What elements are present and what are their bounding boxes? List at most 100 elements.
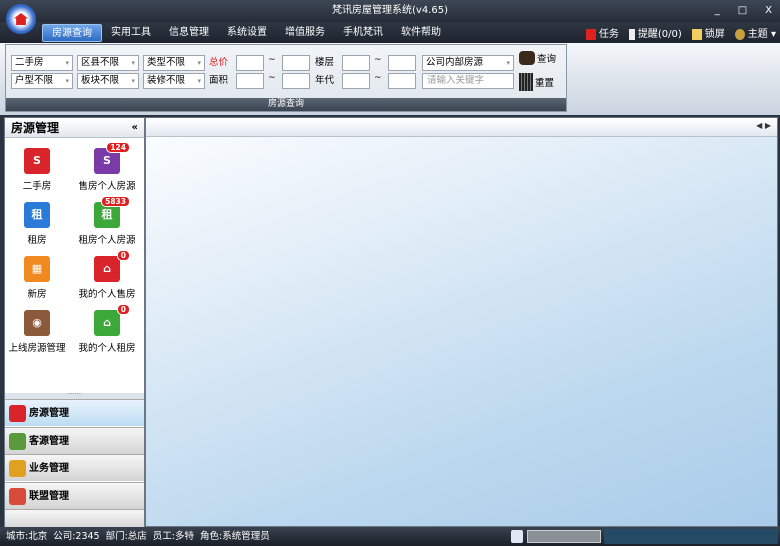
sidebar-header: 房源管理 « [5, 118, 144, 138]
nav-icon [9, 487, 26, 505]
price-label: 总价 [209, 57, 229, 68]
nav-button[interactable]: 房源管理 [5, 399, 144, 426]
calendar-icon [585, 28, 596, 40]
nav-label: 客源管理 [29, 435, 69, 447]
app-logo-icon[interactable] [6, 4, 36, 34]
area-min-input[interactable] [236, 73, 264, 89]
maximize-button[interactable]: □ [738, 0, 747, 22]
reset-button[interactable]: 重置 [519, 73, 554, 91]
menu-bar: 房源查询 实用工具 信息管理 系统设置 增值服务 手机梵讯 软件帮助 任务 提醒… [0, 22, 780, 43]
menu-mobile[interactable]: 手机梵讯 [334, 24, 392, 42]
category-select[interactable]: 类型不限 [143, 55, 205, 71]
remind-label: 提醒(0/0) [637, 29, 682, 40]
trash-icon [519, 73, 533, 91]
status-company: 公司:2345 [53, 531, 100, 542]
price-max-input[interactable] [282, 55, 310, 71]
tab-strip: ◀ ▶ [146, 118, 777, 137]
count-badge: 5833 [101, 196, 130, 207]
floor-min-input[interactable] [342, 55, 370, 71]
remind-button[interactable]: 提醒(0/0) [628, 25, 682, 40]
nav-label: 房源管理 [29, 408, 69, 419]
task-button[interactable]: 任务 [585, 25, 619, 40]
close-button[interactable]: X [765, 0, 772, 22]
floor-label: 楼层 [315, 57, 335, 68]
item-label: 上线房源管理 [8, 343, 66, 354]
nav-label: 业务管理 [29, 463, 69, 474]
nav-empty [5, 509, 144, 529]
nav-button[interactable]: 客源管理 [5, 426, 144, 454]
tilde: ~ [268, 55, 276, 65]
nav-button[interactable]: 联盟管理 [5, 481, 144, 509]
item-label: 租房 [27, 235, 47, 246]
sidebar-grid-item[interactable]: 租租房 [5, 202, 69, 246]
status-staff: 员工:多特 [152, 531, 194, 542]
nav-button[interactable]: 业务管理 [5, 454, 144, 481]
nav-icon [9, 405, 26, 422]
theme-button[interactable]: 主题 ▾ [734, 25, 776, 40]
title-bar: 梵讯房屋管理系统(v4.65) _ □ X [0, 0, 780, 22]
menu-help[interactable]: 软件帮助 [392, 24, 450, 42]
house-icon: ⌂ 0 [94, 304, 130, 336]
sidebar-grid-item[interactable]: ⌂ 0 我的个人租房 [69, 304, 145, 354]
tilde: ~ [374, 73, 382, 83]
collapse-icon[interactable]: « [132, 118, 138, 138]
minimize-button[interactable]: _ [715, 0, 720, 22]
house-icon: ⌂ 0 [94, 250, 130, 282]
status-progress [527, 530, 601, 543]
tab-scroll-arrows-icon[interactable]: ◀ ▶ [756, 121, 771, 130]
house-icon: S [24, 148, 50, 174]
menu-settings[interactable]: 系统设置 [218, 24, 276, 42]
theme-label: 主题 [747, 29, 768, 40]
menu-services[interactable]: 增值服务 [276, 24, 334, 42]
sidebar-grid-item[interactable]: S 二手房 [5, 148, 69, 192]
menu-tools[interactable]: 实用工具 [102, 24, 160, 42]
nav-icon [9, 432, 26, 450]
layout-select[interactable]: 户型不限 [11, 73, 73, 89]
status-city: 城市:北京 [6, 531, 48, 542]
district-select[interactable]: 区县不限 [77, 55, 139, 71]
keyword-input[interactable]: 请输入关键字 [422, 73, 514, 89]
house-icon: 租 [24, 202, 50, 228]
year-max-input[interactable] [388, 73, 416, 89]
binoculars-icon [519, 51, 535, 65]
lock-label: 锁屏 [704, 29, 725, 40]
window-title: 梵讯房屋管理系统(v4.65) [332, 5, 448, 16]
status-role: 角色:系统管理员 [200, 531, 270, 542]
lock-icon [691, 28, 702, 40]
area-max-input[interactable] [282, 73, 310, 89]
main-content: ◀ ▶ [145, 117, 778, 527]
status-dept: 部门:总店 [105, 531, 147, 542]
item-label: 新房 [27, 289, 47, 300]
sidebar: 房源管理 « S 二手房 S 124 售房个人房源租租房租 5833 租房个人房源 ▦ 新房 ⌂ 0 我… [4, 117, 145, 529]
block-select[interactable]: 板块不限 [77, 73, 139, 89]
source-select[interactable]: 公司内部房源 [422, 55, 514, 71]
count-badge: 0 [116, 250, 130, 261]
search-button[interactable]: 查询 [519, 51, 556, 65]
menu-info[interactable]: 信息管理 [160, 24, 218, 42]
house-icon: 租 5833 [94, 196, 130, 228]
tilde: ~ [374, 55, 382, 65]
reset-label: 重置 [535, 78, 555, 89]
area-label: 面积 [209, 75, 229, 86]
sidebar-grid-item[interactable]: ⌂ 0 我的个人售房 [69, 250, 145, 300]
sidebar-grid-item[interactable]: ◉ 上线房源管理 [5, 310, 69, 354]
nav-label: 联盟管理 [29, 490, 69, 502]
year-min-input[interactable] [342, 73, 370, 89]
lock-button[interactable]: 锁屏 [691, 25, 725, 40]
bottle-icon [628, 28, 635, 40]
house-icon: ◉ [24, 310, 50, 336]
item-label: 我的个人租房 [78, 343, 136, 354]
sidebar-grid-item[interactable]: 租 5833 租房个人房源 [69, 196, 145, 246]
sidebar-title: 房源管理 [11, 121, 60, 135]
menu-house-query[interactable]: 房源查询 [42, 24, 102, 42]
decoration-select[interactable]: 装修不限 [143, 73, 205, 89]
house-icon: S 124 [94, 142, 130, 174]
house-icon: ▦ [24, 256, 50, 282]
sidebar-grid-item[interactable]: S 124 售房个人房源 [69, 142, 145, 192]
sidebar-grid-item[interactable]: ▦ 新房 [5, 256, 69, 300]
floor-max-input[interactable] [388, 55, 416, 71]
status-icon[interactable] [511, 530, 523, 543]
price-min-input[interactable] [236, 55, 264, 71]
house-type-select[interactable]: 二手房 [11, 55, 73, 71]
tilde: ~ [268, 73, 276, 83]
